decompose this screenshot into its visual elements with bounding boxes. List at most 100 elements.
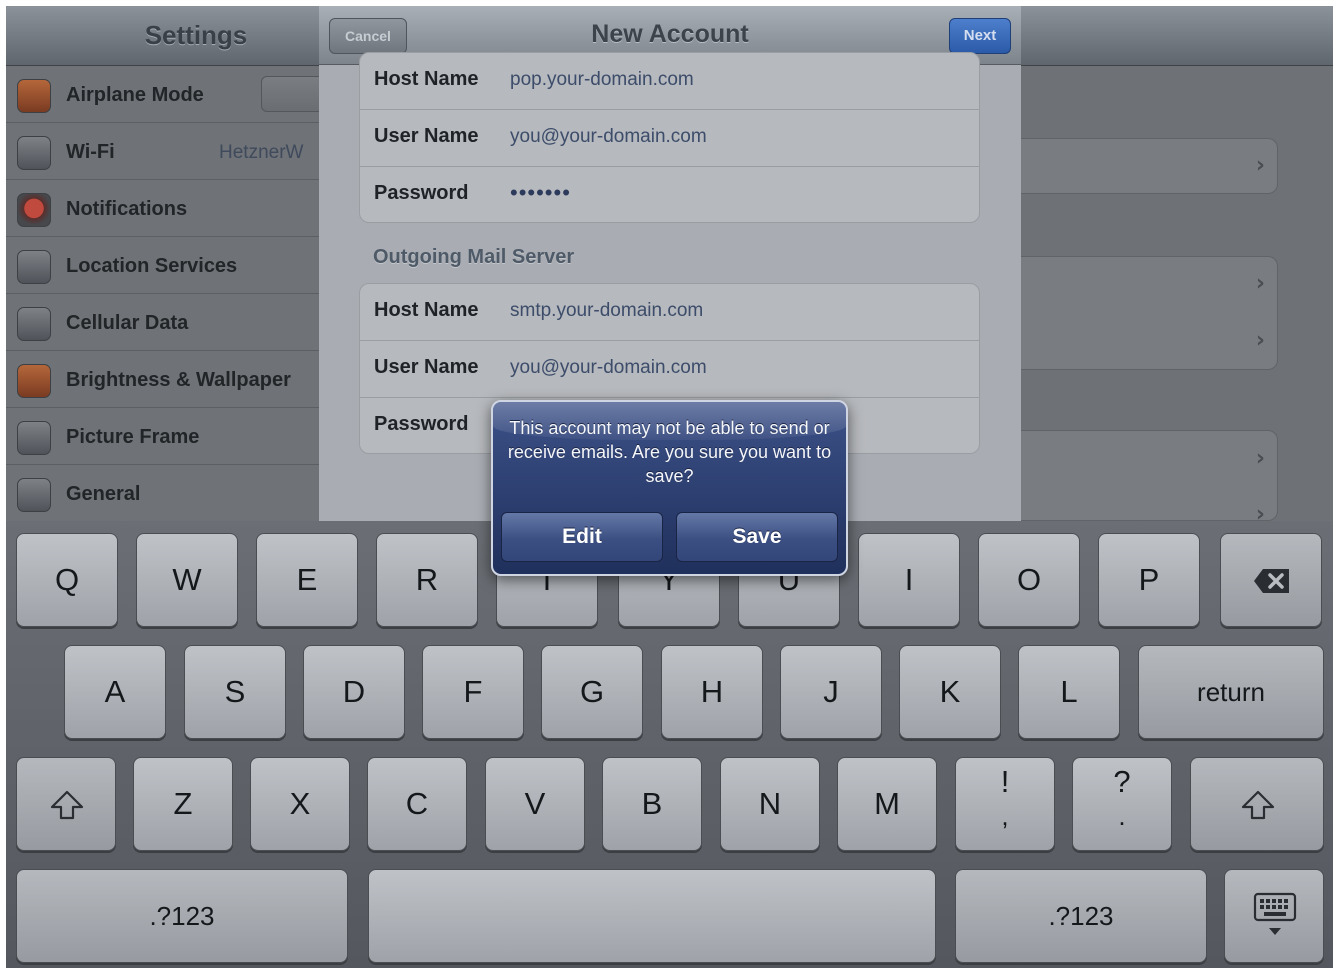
sidebar-item-label: Cellular Data [66, 312, 189, 334]
numbers-key-left[interactable]: .?123 [16, 869, 348, 963]
sidebar-item-general[interactable]: General [6, 465, 320, 522]
sidebar-item-airplane-mode[interactable]: Airplane Mode [6, 66, 331, 123]
cellular-antenna-icon [17, 307, 51, 341]
key-g[interactable]: G [541, 645, 643, 739]
key-c[interactable]: C [367, 757, 467, 851]
sidebar-item-cellular-data[interactable]: Cellular Data [6, 294, 320, 351]
next-button[interactable]: Next [949, 18, 1011, 54]
key-v[interactable]: V [485, 757, 585, 851]
alert-edit-button[interactable]: Edit [501, 512, 663, 562]
key-d[interactable]: D [303, 645, 405, 739]
sidebar-item-label: Airplane Mode [66, 84, 204, 106]
key-o[interactable]: O [978, 533, 1080, 627]
airplane-icon [17, 79, 51, 113]
wifi-network-name: HetznerW [219, 142, 304, 163]
key-a[interactable]: A [64, 645, 166, 739]
incoming-user-name-field[interactable]: you@your-domain.com [510, 126, 707, 148]
chevron-right-icon: › [1255, 153, 1265, 178]
sidebar-item-wifi[interactable]: Wi-Fi HetznerW [6, 123, 320, 180]
shift-key-left[interactable] [16, 757, 116, 851]
key-r[interactable]: R [376, 533, 478, 627]
ipad-screen: Settings Airplane Mode Wi-Fi HetznerW No… [6, 6, 1333, 968]
settings-title: Settings [144, 20, 248, 50]
sidebar-item-label: Location Services [66, 255, 238, 277]
sidebar-item-notifications[interactable]: Notifications [6, 180, 320, 237]
settings-detail-pane: › › › › › [1020, 66, 1333, 527]
chevron-right-icon: › [1255, 328, 1265, 353]
field-label: Host Name [374, 299, 479, 321]
sidebar-item-brightness-wallpaper[interactable]: Brightness & Wallpaper [6, 351, 320, 408]
gear-icon [17, 478, 51, 512]
return-key[interactable]: return [1138, 645, 1324, 739]
detail-group[interactable]: › › [1020, 430, 1278, 527]
field-label: User Name [374, 125, 479, 147]
chevron-right-icon: › [1255, 446, 1265, 471]
wifi-icon [17, 136, 51, 170]
incoming-password-field[interactable]: ••••••• [510, 180, 571, 206]
key-x[interactable]: X [250, 757, 350, 851]
space-bar[interactable] [368, 869, 936, 963]
key-f[interactable]: F [422, 645, 524, 739]
key-bottom-char: . [1118, 801, 1126, 831]
settings-sidebar: Airplane Mode Wi-Fi HetznerW Notificatio… [6, 66, 331, 522]
key-exclamation-comma[interactable]: ! , [955, 757, 1055, 851]
notifications-icon [17, 193, 51, 227]
key-b[interactable]: B [602, 757, 702, 851]
save-confirmation-alert: This account may not be able to send or … [491, 400, 848, 576]
sidebar-item-label: Wi-Fi [66, 141, 115, 163]
keyboard-hide-icon [1253, 892, 1297, 935]
alert-message: This account may not be able to send or … [507, 418, 832, 486]
field-label: User Name [374, 356, 479, 378]
field-label: Host Name [374, 68, 479, 90]
key-l[interactable]: L [1018, 645, 1120, 739]
incoming-host-name-row[interactable]: Host Name pop.your-domain.com [360, 53, 979, 110]
key-k[interactable]: K [899, 645, 1001, 739]
detail-group[interactable]: › [1020, 138, 1278, 194]
outgoing-host-name-row[interactable]: Host Name smtp.your-domain.com [360, 284, 979, 341]
incoming-host-name-field[interactable]: pop.your-domain.com [510, 69, 694, 91]
sheet-title: New Account [591, 20, 749, 48]
alert-save-button[interactable]: Save [676, 512, 838, 562]
key-n[interactable]: N [720, 757, 820, 851]
delete-icon [1254, 569, 1289, 593]
outgoing-server-header: Outgoing Mail Server [373, 246, 575, 268]
shift-icon [50, 790, 84, 820]
delete-key[interactable] [1220, 533, 1322, 627]
key-question-period[interactable]: ? . [1072, 757, 1172, 851]
key-bottom-char: , [1001, 801, 1009, 831]
numbers-key-right[interactable]: .?123 [955, 869, 1207, 963]
sidebar-item-label: General [66, 483, 141, 505]
key-m[interactable]: M [837, 757, 937, 851]
onscreen-keyboard: Q W E R T Y U I O P A S D F G H J K L re… [6, 521, 1333, 968]
key-j[interactable]: J [780, 645, 882, 739]
hide-keyboard-key[interactable] [1224, 869, 1324, 963]
sidebar-item-label: Picture Frame [66, 426, 200, 448]
chevron-right-icon: › [1255, 271, 1265, 296]
field-label: Password [374, 182, 469, 204]
cancel-button[interactable]: Cancel [329, 18, 407, 54]
outgoing-user-name-row[interactable]: User Name you@your-domain.com [360, 341, 979, 398]
key-q[interactable]: Q [16, 533, 118, 627]
key-s[interactable]: S [184, 645, 286, 739]
key-e[interactable]: E [256, 533, 358, 627]
location-arrow-icon [17, 250, 51, 284]
sidebar-item-location-services[interactable]: Location Services [6, 237, 320, 294]
key-p[interactable]: P [1098, 533, 1200, 627]
incoming-password-row[interactable]: Password ••••••• [360, 167, 979, 222]
outgoing-user-name-field[interactable]: you@your-domain.com [510, 357, 707, 379]
key-z[interactable]: Z [133, 757, 233, 851]
incoming-server-group: Host Name pop.your-domain.com User Name … [359, 52, 980, 223]
field-label: Password [374, 413, 469, 435]
sidebar-item-label: Brightness & Wallpaper [66, 369, 291, 391]
shift-icon [1241, 790, 1275, 820]
key-i[interactable]: I [858, 533, 960, 627]
key-w[interactable]: W [136, 533, 238, 627]
incoming-user-name-row[interactable]: User Name you@your-domain.com [360, 110, 979, 167]
outgoing-host-name-field[interactable]: smtp.your-domain.com [510, 300, 703, 322]
sidebar-item-picture-frame[interactable]: Picture Frame [6, 408, 320, 465]
detail-group[interactable]: › › [1020, 256, 1278, 370]
sidebar-item-label: Notifications [66, 198, 188, 220]
flower-wallpaper-icon [17, 364, 51, 398]
shift-key-right[interactable] [1190, 757, 1324, 851]
key-h[interactable]: H [661, 645, 763, 739]
